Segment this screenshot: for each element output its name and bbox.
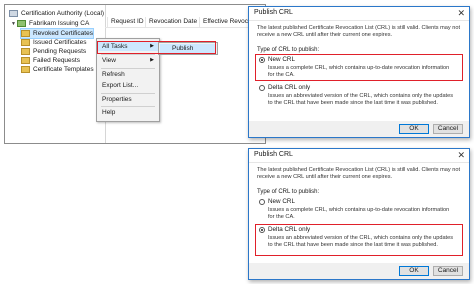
menu-item-label: View xyxy=(102,57,116,64)
menu-separator xyxy=(101,54,155,55)
dialog-title-bar: Publish CRL ✕ xyxy=(249,149,469,163)
cancel-button[interactable]: Cancel xyxy=(433,266,463,276)
highlight-box-publish xyxy=(97,41,216,54)
dialog-footer: OK Cancel xyxy=(249,121,469,137)
option-delta-crl[interactable]: Delta CRL only Issues an abbreviated ver… xyxy=(259,84,459,114)
tree-item-label: Revoked Certificates xyxy=(33,30,93,37)
folder-icon xyxy=(21,56,30,64)
console-tree: Certification Authority (Local) ▼ Fabrika… xyxy=(5,5,106,143)
delta-crl-description: Issues an abbreviated version of the CRL… xyxy=(268,93,454,106)
column-header-request-id[interactable]: Request ID xyxy=(107,17,144,27)
menu-item-view[interactable]: View ▶ xyxy=(97,56,159,65)
menu-separator xyxy=(101,106,155,107)
dialog-title: Publish CRL xyxy=(254,151,293,158)
folder-icon xyxy=(21,65,30,73)
new-crl-radio[interactable] xyxy=(259,199,265,205)
menu-separator xyxy=(101,68,155,69)
ca-icon xyxy=(17,19,26,27)
menu-item-refresh[interactable]: Refresh xyxy=(97,70,159,79)
dialog-description: The latest published Certificate Revocat… xyxy=(257,25,461,38)
close-icon[interactable]: ✕ xyxy=(457,7,465,19)
option-new-crl[interactable]: New CRL Issues a complete CRL, which con… xyxy=(259,198,459,222)
dialog-title: Publish CRL xyxy=(254,9,293,16)
publish-crl-dialog-delta: Publish CRL ✕ The latest published Certi… xyxy=(248,148,470,280)
tree-item-label: Certificate Templates xyxy=(33,66,94,73)
submenu-arrow-icon: ▶ xyxy=(150,57,154,63)
tree-item-label: Failed Requests xyxy=(33,57,80,64)
ok-button[interactable]: OK xyxy=(399,124,429,134)
tree-item-certificate-templates[interactable]: Certificate Templates xyxy=(21,65,94,74)
menu-separator xyxy=(101,93,155,94)
ok-button[interactable]: OK xyxy=(399,266,429,276)
tree-item-pending-requests[interactable]: Pending Requests xyxy=(21,47,86,56)
computer-icon xyxy=(9,9,18,17)
highlight-box-new-crl xyxy=(255,54,463,81)
crl-type-label: Type of CRL to publish: xyxy=(257,47,320,53)
menu-item-properties[interactable]: Properties xyxy=(97,95,159,104)
highlight-box-delta-crl xyxy=(255,224,463,256)
new-crl-label: New CRL xyxy=(268,198,295,205)
tree-item-label: Fabrikam Issuing CA xyxy=(29,20,90,27)
crl-type-label: Type of CRL to publish: xyxy=(257,189,320,195)
dialog-footer: OK Cancel xyxy=(249,263,469,279)
tree-item-label: Issued Certificates xyxy=(33,39,87,46)
tree-item-failed-requests[interactable]: Failed Requests xyxy=(21,56,80,65)
new-crl-description: Issues a complete CRL, which contains up… xyxy=(268,207,450,220)
delta-crl-radio[interactable] xyxy=(259,85,265,91)
tree-item-fabrikam-issuing-ca[interactable]: ▼ Fabrikam Issuing CA xyxy=(11,19,89,28)
cancel-button[interactable]: Cancel xyxy=(433,124,463,134)
tree-item-label: Certification Authority (Local) xyxy=(21,10,105,17)
tree-item-label: Pending Requests xyxy=(33,48,87,55)
folder-icon xyxy=(21,47,30,55)
column-headers: Request ID Revocation Date Effective Rev… xyxy=(105,17,265,28)
dialog-title-bar: Publish CRL ✕ xyxy=(249,7,469,21)
publish-crl-dialog-new: Publish CRL ✕ The latest published Certi… xyxy=(248,6,470,138)
tree-item-certification-authority[interactable]: Certification Authority (Local) xyxy=(9,9,104,18)
folder-icon xyxy=(21,29,30,37)
column-header-revocation-date[interactable]: Revocation Date xyxy=(145,17,197,27)
menu-item-help[interactable]: Help xyxy=(97,108,159,117)
close-icon[interactable]: ✕ xyxy=(457,149,465,161)
menu-item-export-list[interactable]: Export List... xyxy=(97,81,159,90)
column-header-effective-revocation[interactable]: Effective Revocati xyxy=(199,17,255,27)
tree-item-issued-certificates[interactable]: Issued Certificates xyxy=(21,38,86,47)
folder-icon xyxy=(21,38,30,46)
dialog-description: The latest published Certificate Revocat… xyxy=(257,167,461,180)
delta-crl-label: Delta CRL only xyxy=(268,84,311,91)
tree-item-revoked-certificates[interactable]: Revoked Certificates xyxy=(20,28,94,39)
